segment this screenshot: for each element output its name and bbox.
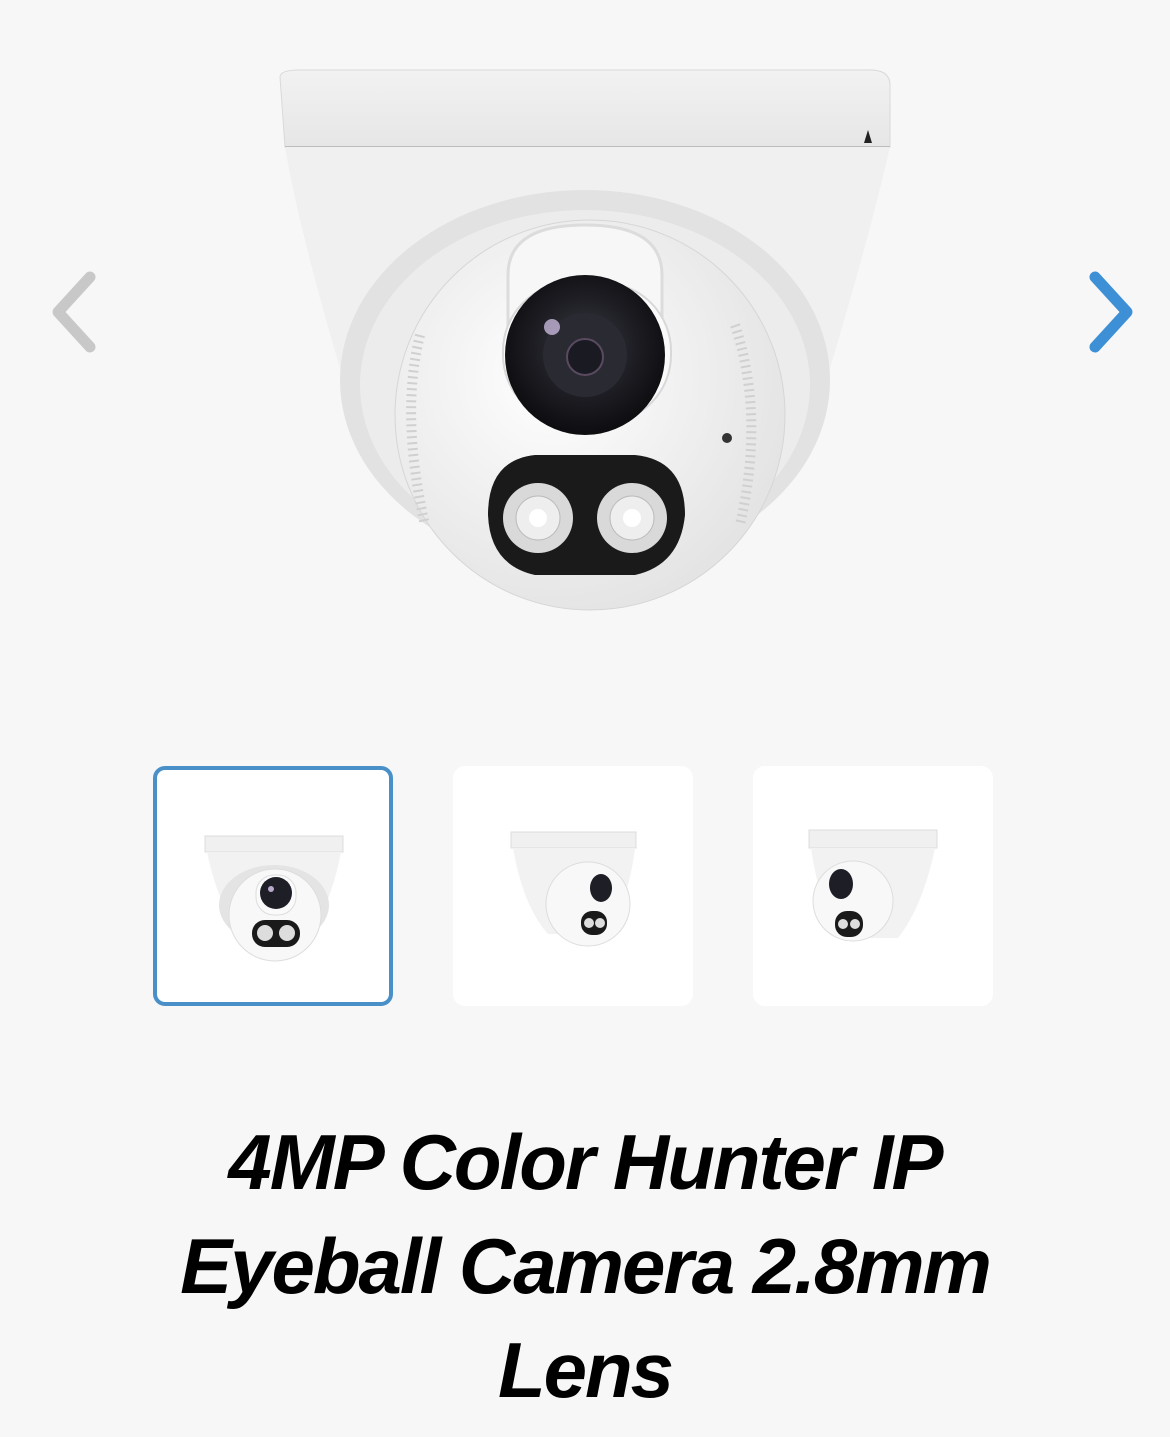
product-title-line: Eyeball Camera 2.8mm xyxy=(180,1222,992,1310)
previous-image-button[interactable] xyxy=(35,262,115,362)
product-main-image[interactable] xyxy=(260,55,910,635)
next-image-button[interactable] xyxy=(1070,262,1150,362)
thumbnail-side-right-view[interactable] xyxy=(453,766,693,1006)
thumbnail-front-view[interactable] xyxy=(153,766,393,1006)
thumbnail-strip xyxy=(0,766,1170,1008)
product-title: 4MP Color Hunter IP Eyeball Camera 2.8mm… xyxy=(60,1110,1110,1422)
chevron-right-icon xyxy=(1089,271,1133,353)
product-title-line: 4MP Color Hunter IP xyxy=(228,1118,943,1206)
product-title-line: Lens xyxy=(497,1326,674,1414)
product-image-gallery xyxy=(0,0,1170,720)
thumbnail-side-left-view[interactable] xyxy=(753,766,993,1006)
chevron-left-icon xyxy=(52,271,96,353)
